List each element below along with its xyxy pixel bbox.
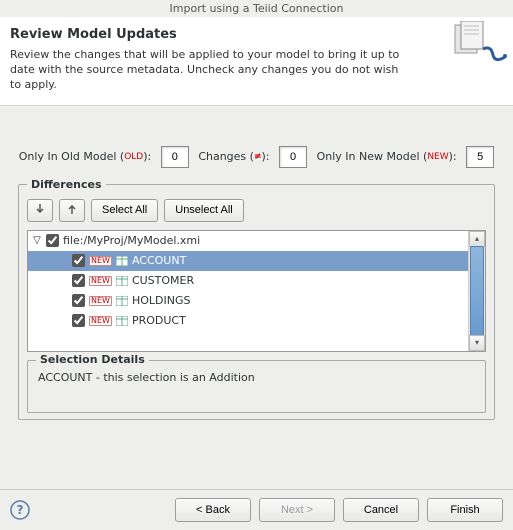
differences-tree: ▽ file:/MyProj/MyModel.xmi NEW ACCOUNT N…	[27, 230, 486, 352]
tree-item-account[interactable]: NEW ACCOUNT	[28, 251, 468, 271]
old-tag-icon: OLD	[124, 152, 143, 162]
cancel-button[interactable]: Cancel	[343, 498, 419, 522]
item-checkbox[interactable]	[72, 274, 85, 287]
differences-toolbar: Select All Unselect All	[27, 199, 486, 222]
only-new-label: Only In New Model (NEW):	[317, 150, 457, 163]
banner: Review Model Updates Review the changes …	[0, 17, 513, 106]
table-icon	[116, 316, 128, 326]
changes-label: Changes (≠):	[198, 150, 269, 163]
selection-details-group: Selection Details ACCOUNT - this selecti…	[27, 360, 486, 413]
differences-legend: Differences	[27, 178, 106, 191]
tree-root-row[interactable]: ▽ file:/MyProj/MyModel.xmi	[28, 231, 468, 251]
changes-tag-icon: ≠	[254, 152, 262, 162]
body-area: Only In Old Model (OLD): Changes (≠): On…	[0, 106, 513, 440]
tree-item-label: CUSTOMER	[132, 274, 194, 287]
new-tag-icon: NEW	[427, 152, 448, 162]
selection-details-legend: Selection Details	[36, 353, 149, 366]
select-all-button[interactable]: Select All	[91, 199, 158, 222]
new-badge-icon: NEW	[89, 256, 112, 266]
item-checkbox[interactable]	[72, 294, 85, 307]
tree-item-product[interactable]: NEW PRODUCT	[28, 311, 468, 331]
scroll-down-icon[interactable]: ▾	[469, 335, 485, 351]
unselect-all-button[interactable]: Unselect All	[164, 199, 243, 222]
svg-text:?: ?	[17, 503, 24, 517]
wizard-footer: ? < Back Next > Cancel Finish	[0, 489, 513, 530]
finish-button[interactable]: Finish	[427, 498, 503, 522]
wizard-window: Import using a Teiid Connection Review M…	[0, 0, 513, 530]
only-old-count[interactable]	[161, 146, 189, 168]
root-checkbox[interactable]	[46, 234, 59, 247]
expander-icon[interactable]: ▽	[32, 235, 42, 246]
expand-down-icon	[34, 203, 46, 215]
differences-group: Differences Select All Unselect All ▽ fi…	[18, 178, 495, 420]
table-icon	[116, 256, 128, 266]
tree-item-customer[interactable]: NEW CUSTOMER	[28, 271, 468, 291]
new-badge-icon: NEW	[89, 276, 112, 286]
tree-root-label: file:/MyProj/MyModel.xmi	[63, 234, 200, 247]
collapse-up-icon	[66, 203, 78, 215]
table-icon	[116, 276, 128, 286]
tree-item-label: HOLDINGS	[132, 294, 191, 307]
next-button: Next >	[259, 498, 335, 522]
only-old-label: Only In Old Model (OLD):	[19, 150, 151, 163]
scroll-thumb[interactable]	[470, 246, 484, 336]
tree-item-holdings[interactable]: NEW HOLDINGS	[28, 291, 468, 311]
new-badge-icon: NEW	[89, 296, 112, 306]
connection-icon	[453, 21, 507, 68]
new-badge-icon: NEW	[89, 316, 112, 326]
tree-item-label: PRODUCT	[132, 314, 186, 327]
page-description: Review the changes that will be applied …	[10, 48, 410, 93]
collapse-all-button[interactable]	[59, 199, 85, 222]
item-checkbox[interactable]	[72, 314, 85, 327]
table-icon	[116, 296, 128, 306]
back-button[interactable]: < Back	[175, 498, 251, 522]
window-title: Import using a Teiid Connection	[0, 0, 513, 17]
selection-details-text: ACCOUNT - this selection is an Addition	[38, 371, 475, 384]
counter-row: Only In Old Model (OLD): Changes (≠): On…	[18, 146, 495, 168]
item-checkbox[interactable]	[72, 254, 85, 267]
tree-scrollbar[interactable]: ▴ ▾	[468, 231, 485, 351]
only-new-count[interactable]	[466, 146, 494, 168]
help-icon[interactable]: ?	[10, 500, 30, 520]
page-title: Review Model Updates	[10, 27, 503, 42]
scroll-up-icon[interactable]: ▴	[469, 231, 485, 247]
expand-all-button[interactable]	[27, 199, 53, 222]
tree-item-label: ACCOUNT	[132, 254, 186, 267]
changes-count[interactable]	[279, 146, 307, 168]
